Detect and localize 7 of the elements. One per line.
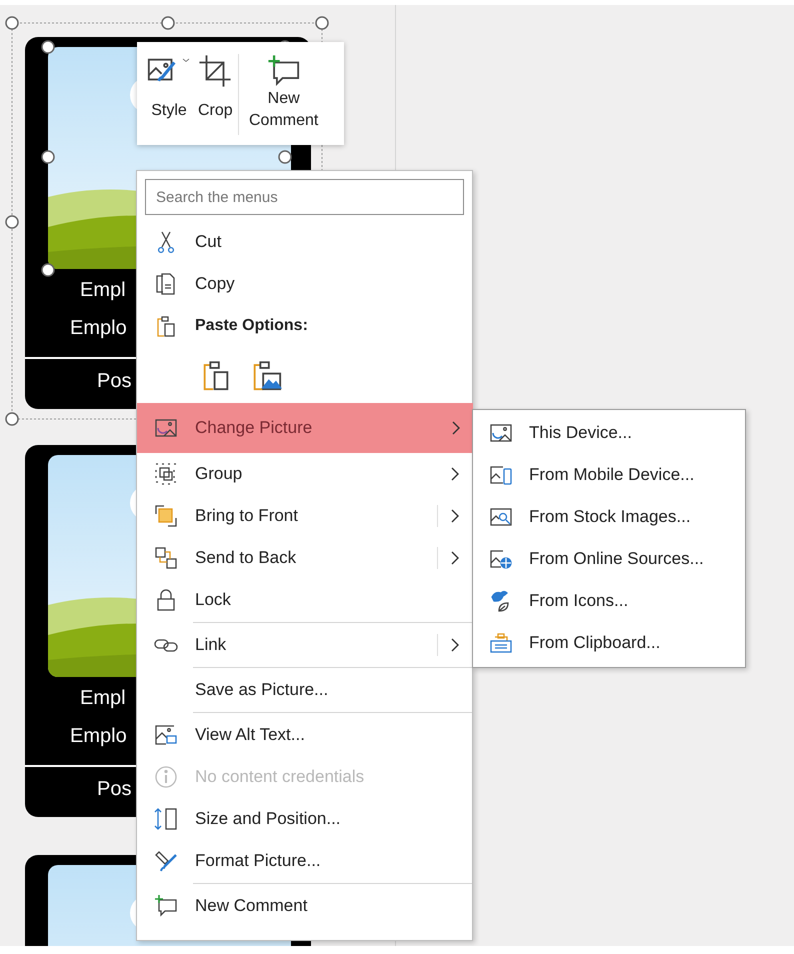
card-text: Empl (80, 280, 126, 300)
card-footer-text: Pos (97, 371, 132, 391)
card-footer-text: Pos (97, 779, 132, 799)
card-text: Emplo (70, 318, 127, 338)
card-text: Emplo (70, 726, 127, 746)
menu-heading: Paste Options: (195, 316, 308, 336)
card-text: Empl (80, 688, 126, 708)
